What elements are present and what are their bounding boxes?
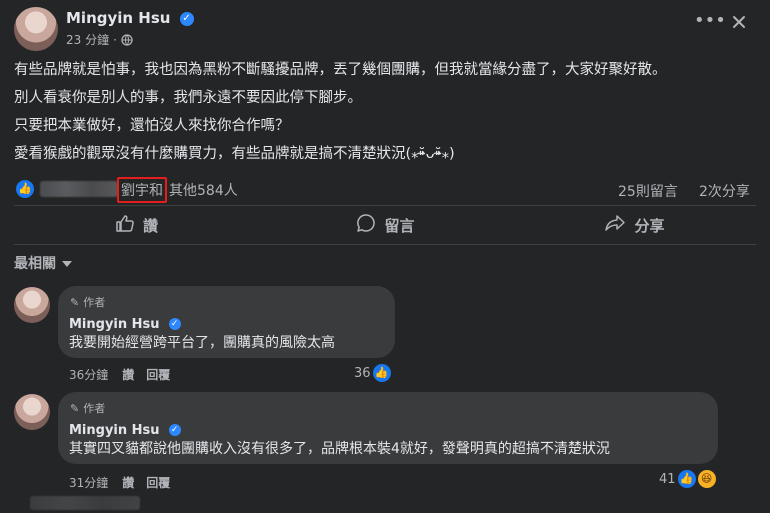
like-reaction-icon: 👍 <box>677 470 696 488</box>
comment-sort-dropdown[interactable]: 最相關 <box>14 253 72 273</box>
pencil-icon: ✎ <box>70 295 80 309</box>
comment-icon <box>356 213 376 237</box>
comment-count[interactable]: 25則留言 <box>618 181 678 201</box>
post-line: 有些品牌就是怕事，我也因為黑粉不斷騷擾品牌，丟了幾個團購，但我就當緣分盡了，大家… <box>14 62 667 78</box>
reactors-others[interactable]: 其他584人 <box>169 180 238 200</box>
share-button[interactable]: 分享 <box>512 210 757 240</box>
post-line: 愛看猴戲的觀眾沒有什麼購買力，有些品牌就是搞不清楚狀況(⁎⁍̴̆ᴗ⁍̴̆⁎) <box>14 146 455 162</box>
comment-reply-link[interactable]: 回覆 <box>146 366 170 383</box>
more-options-icon[interactable]: ••• <box>694 12 726 30</box>
author-tag-label: 作者 <box>83 402 106 415</box>
highlighted-reactor-name[interactable]: 劉宇和 <box>117 177 167 203</box>
globe-icon <box>121 33 133 46</box>
like-reaction-icon: 👍 <box>372 364 391 382</box>
comment-text: 其實四叉貓都說他團購收入沒有很多了，品牌根本裝4就好，發聲明真的超搞不清楚狀況 <box>69 441 610 457</box>
verified-badge-icon: ✓ <box>168 423 181 436</box>
share-label: 分享 <box>634 216 665 235</box>
comment-like-link[interactable]: 讚 <box>122 474 134 491</box>
post-author-avatar[interactable] <box>14 7 58 51</box>
haha-reaction-icon: 😆 <box>697 470 716 488</box>
close-icon[interactable] <box>731 14 747 34</box>
post-line: 別人看衰你是別人的事，我們永遠不要因此停下腳步。 <box>14 90 362 106</box>
sort-label: 最相關 <box>14 256 56 272</box>
thumbs-up-icon <box>115 213 135 237</box>
post-body: 有些品牌就是怕事，我也因為黑粉不斷騷擾品牌，丟了幾個團購，但我就當緣分盡了，大家… <box>14 60 759 172</box>
comment-like-link[interactable]: 讚 <box>122 366 134 383</box>
caret-down-icon <box>62 255 72 271</box>
comment-reaction-count[interactable]: 41 <box>659 472 676 487</box>
post-author-name[interactable]: Mingyin Hsu <box>66 9 170 27</box>
comment-author-avatar[interactable] <box>14 287 50 323</box>
comment-reply-link[interactable]: 回覆 <box>146 474 170 491</box>
pencil-icon: ✎ <box>70 401 80 415</box>
verified-badge-icon: ✓ <box>179 11 194 26</box>
divider <box>14 244 756 245</box>
redacted-content <box>30 496 140 510</box>
comment-time[interactable]: 36分鐘 <box>69 366 108 383</box>
redacted-names <box>40 181 118 197</box>
post-time[interactable]: 23 分鐘 <box>66 31 109 48</box>
share-count[interactable]: 2次分享 <box>699 181 750 201</box>
comment-author-name[interactable]: Mingyin Hsu <box>69 317 160 332</box>
comment-button[interactable]: 留言 <box>263 210 508 240</box>
like-reaction-icon[interactable]: 👍 <box>16 180 34 198</box>
author-tag-label: 作者 <box>83 296 106 309</box>
verified-badge-icon: ✓ <box>168 317 181 330</box>
share-icon <box>604 213 626 237</box>
comment-author-name[interactable]: Mingyin Hsu <box>69 423 160 438</box>
divider <box>14 205 756 206</box>
post-line: 只要把本業做好，還怕沒人來找你合作嗎？ <box>14 118 290 134</box>
like-button[interactable]: 讚 <box>14 210 259 240</box>
comment-author-avatar[interactable] <box>14 394 50 430</box>
comment-time[interactable]: 31分鐘 <box>69 474 108 491</box>
comment-reaction-count[interactable]: 36 <box>354 366 371 381</box>
comment-text: 我要開始經營跨平台了，團購真的風險太高 <box>69 335 335 351</box>
like-label: 讚 <box>142 216 158 235</box>
separator-dot: · <box>113 32 117 47</box>
comment-label: 留言 <box>384 216 415 235</box>
